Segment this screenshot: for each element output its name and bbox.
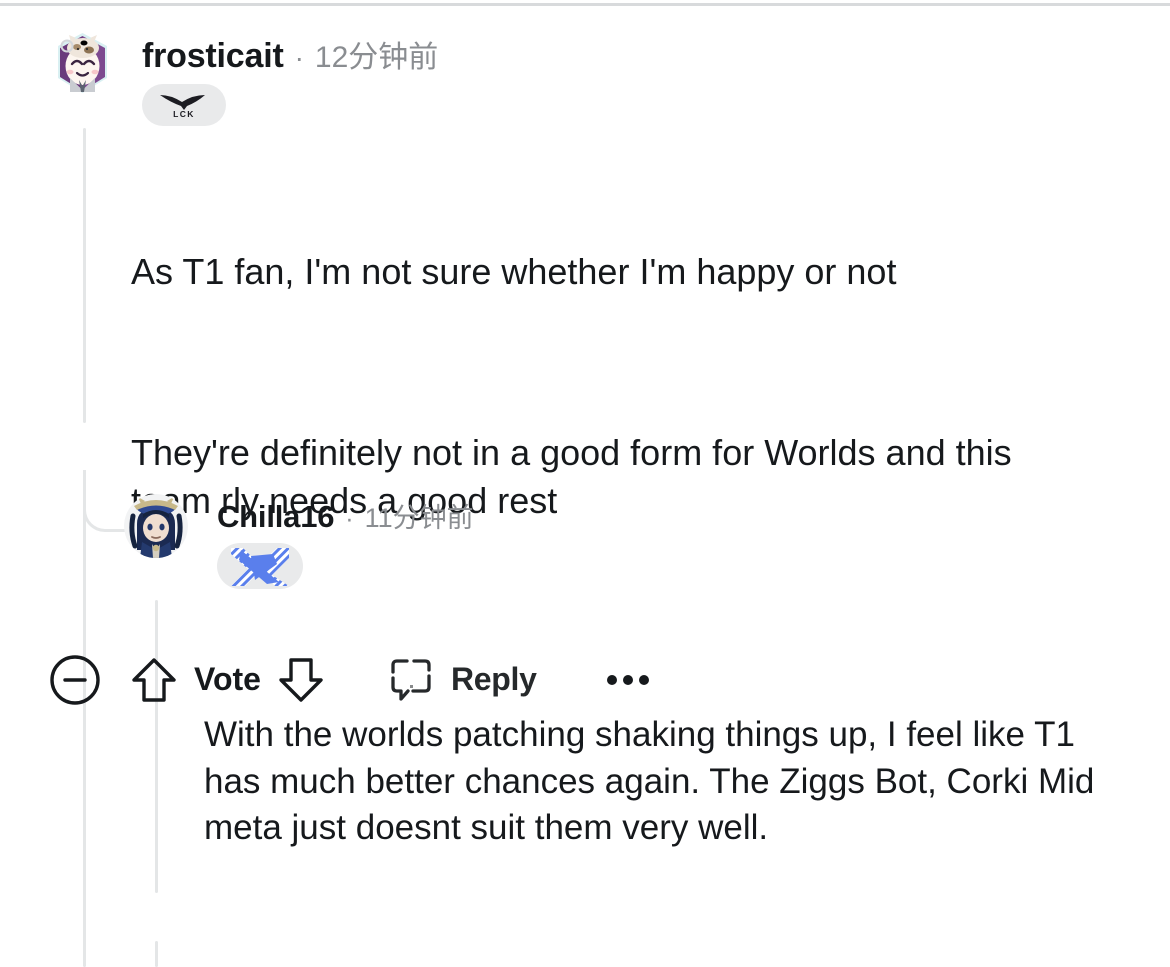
comment-header: Chilla16 · 11分钟前 (124, 494, 1124, 591)
avatar-chilla16[interactable] (124, 494, 188, 558)
comment-timestamp: 12分钟前 (314, 41, 439, 74)
comment-header-text: Chilla16 · 11分钟前 (217, 494, 474, 591)
collapse-icon[interactable] (48, 653, 102, 707)
comment-paragraph: As T1 fan, I'm not sure whether I'm happ… (131, 250, 897, 292)
separator-dot: · (294, 42, 304, 73)
comment-paragraph: With the worlds patching shaking things … (204, 715, 1105, 848)
comment-reply: Chilla16 · 11分钟前 With the worlds patchin… (124, 494, 1124, 967)
separator-dot: · (345, 505, 354, 533)
comment-thread-view: frosticait · 12分钟前 LCK As T1 fan, I'm no… (0, 0, 1170, 967)
author-row: Chilla16 · 11分钟前 (217, 496, 474, 535)
comment-author[interactable]: Chilla16 (217, 499, 334, 535)
comment-timestamp: 11分钟前 (364, 503, 474, 533)
flair-x[interactable] (217, 543, 303, 589)
comment-header: frosticait · 12分钟前 LCK (48, 28, 1091, 126)
comment-header-text: frosticait · 12分钟前 LCK (142, 28, 438, 126)
svg-text:LCK: LCK (173, 109, 195, 119)
top-divider (0, 3, 1170, 6)
avatar-frosticait[interactable] (48, 28, 117, 97)
flair-lck[interactable]: LCK (142, 84, 226, 126)
comment-author[interactable]: frosticait (142, 37, 284, 76)
author-row: frosticait · 12分钟前 (142, 32, 438, 76)
comment-body: With the worlds patching shaking things … (204, 619, 1124, 945)
